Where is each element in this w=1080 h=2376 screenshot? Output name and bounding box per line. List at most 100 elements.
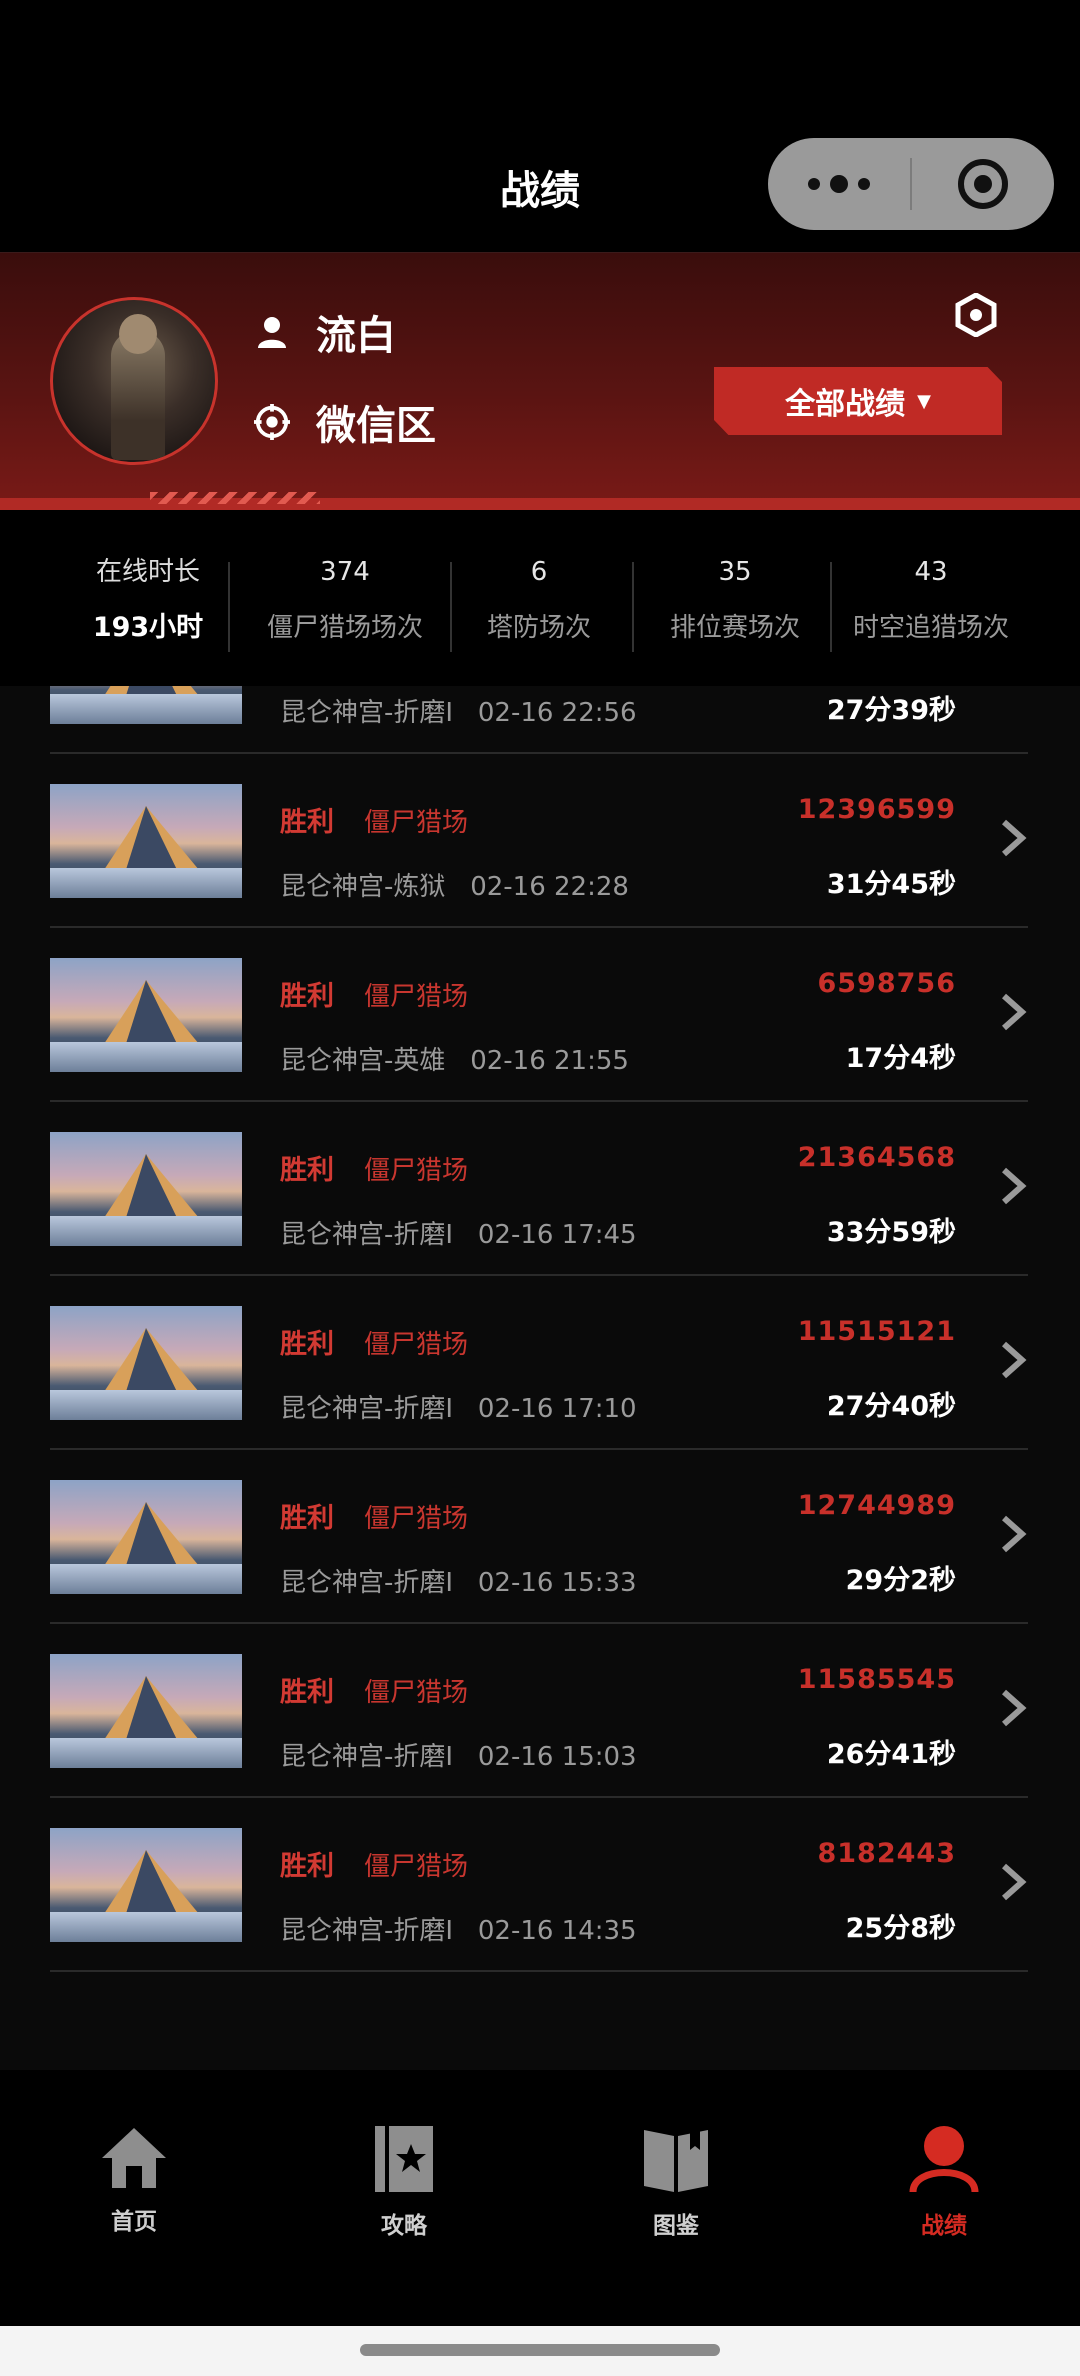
chevron-right-icon [1002,1341,1027,1379]
match-score: 12744989 [797,1490,956,1521]
home-indicator-area [0,2326,1080,2376]
match-score: 21364568 [797,1142,956,1173]
match-map-time: 昆仑神宫-英雄 02-16 21:55 [280,1046,629,1076]
match-row[interactable]: 胜利 僵尸猎场 昆仑神宫-折磨I 02-16 14:35 8182443 25分… [50,1798,1028,1972]
match-duration: 26分41秒 [826,1739,956,1770]
map-thumbnail [50,1654,242,1768]
stat-label: 僵尸猎场场次 [266,613,423,643]
stat-label: 塔防场次 [486,613,591,643]
header-hatch [150,492,320,504]
stat-divider [632,562,634,652]
stat-divider [228,562,230,652]
match-score: 11515121 [797,1316,956,1347]
match-duration: 33分59秒 [826,1217,956,1248]
chevron-right-icon [1002,1167,1027,1205]
match-mode: 僵尸猎场 [364,1678,469,1708]
top-nav-bar: 战绩 [0,0,1080,252]
map-thumbnail [50,958,242,1072]
stats-bar: 在线时长 193小时 374 僵尸猎场场次 6 塔防场次 35 排位赛场次 43… [0,510,1080,686]
stat-time-hunt: 43 时空追猎场次 [846,554,1016,646]
match-row[interactable]: 胜利 僵尸猎场 昆仑神宫-折磨I 02-16 17:10 11515121 27… [50,1276,1028,1450]
stat-value: 6 [530,557,548,587]
record-icon [909,2126,979,2193]
map-thumbnail [50,1480,242,1594]
match-mode: 僵尸猎场 [364,1852,469,1882]
chevron-right-icon [1002,819,1027,857]
match-map-time: 昆仑神宫-折磨I 02-16 22:56 [280,698,637,728]
stat-label: 排位赛场次 [669,613,800,643]
match-score: 11585545 [797,1664,956,1695]
match-mode: 僵尸猎场 [364,1156,469,1186]
match-row[interactable]: 昆仑神宫-折磨I 02-16 22:56 27分39秒 [50,686,1028,754]
mini-program-capsule [768,138,1054,230]
match-duration: 27分40秒 [826,1391,956,1422]
more-icon[interactable] [768,138,910,230]
hexagon-icon[interactable] [954,292,998,338]
tab-label: 攻略 [381,2213,427,2239]
match-result: 胜利 [280,1503,334,1534]
target-icon[interactable] [912,138,1054,230]
match-map-time: 昆仑神宫-折磨I 02-16 15:03 [280,1742,637,1772]
caret-down-icon: ▼ [917,390,931,412]
tab-guide[interactable]: 攻略 [324,2124,484,2240]
tab-encyclopedia[interactable]: 图鉴 [596,2124,756,2240]
user-icon [254,314,290,350]
match-duration: 17分4秒 [845,1043,956,1074]
match-row[interactable]: 胜利 僵尸猎场 昆仑神宫-折磨I 02-16 17:45 21364568 33… [50,1102,1028,1276]
username: 流白 [316,313,396,359]
stat-value: 43 [914,557,948,587]
tab-record[interactable]: 战绩 [864,2124,1024,2240]
stat-zombie-hunt: 374 僵尸猎场场次 [250,554,440,646]
stat-tower-defense: 6 塔防场次 [466,554,612,646]
match-map-time: 昆仑神宫-折磨I 02-16 14:35 [280,1916,637,1946]
match-map-time: 昆仑神宫-折磨I 02-16 17:10 [280,1394,637,1424]
map-thumbnail [50,1306,242,1420]
match-map-time: 昆仑神宫-炼狱 02-16 22:28 [280,872,629,902]
region-name: 微信区 [316,403,436,449]
tab-label: 战绩 [921,2213,967,2239]
region-icon [254,404,290,440]
all-records-filter-button[interactable]: 全部战绩 ▼ [714,367,1002,435]
map-thumbnail [50,1132,242,1246]
match-duration: 31分45秒 [826,869,956,900]
match-duration: 29分2秒 [845,1565,956,1596]
bottom-tab-bar: 首页 攻略 图鉴 战绩 [0,2070,1080,2326]
chevron-right-icon [1002,1863,1027,1901]
chevron-right-icon [1002,1689,1027,1727]
guide-icon [375,2126,433,2192]
stat-value: 35 [718,557,752,587]
match-result: 胜利 [280,1155,334,1186]
match-row[interactable]: 胜利 僵尸猎场 昆仑神宫-折磨I 02-16 15:33 12744989 29… [50,1450,1028,1624]
match-duration: 25分8秒 [845,1913,956,1944]
match-result: 胜利 [280,1329,334,1360]
tab-label: 图鉴 [653,2213,699,2239]
username-row: 流白 [254,303,396,361]
stat-divider [450,562,452,652]
match-map-time: 昆仑神宫-折磨I 02-16 17:45 [280,1220,637,1250]
tab-label: 首页 [111,2209,157,2235]
match-score: 12396599 [797,794,956,825]
stat-ranked: 35 排位赛场次 [654,554,816,646]
map-thumbnail [50,1828,242,1942]
match-mode: 僵尸猎场 [364,1504,469,1534]
profile-header: 流白 微信区 全部战绩 ▼ [0,252,1080,510]
encyclopedia-icon [644,2130,708,2192]
match-row[interactable]: 胜利 僵尸猎场 昆仑神宫-折磨I 02-16 15:03 11585545 26… [50,1624,1028,1798]
home-icon [102,2128,166,2188]
stat-divider [830,562,832,652]
match-mode: 僵尸猎场 [364,808,469,838]
match-duration: 27分39秒 [826,695,956,726]
region-row: 微信区 [254,393,436,451]
avatar[interactable] [50,297,218,465]
stat-online-time: 在线时长 193小时 [72,554,224,646]
match-row[interactable]: 胜利 僵尸猎场 昆仑神宫-英雄 02-16 21:55 6598756 17分4… [50,928,1028,1102]
match-result: 胜利 [280,981,334,1012]
tab-home[interactable]: 首页 [54,2124,214,2236]
map-thumbnail [50,784,242,898]
home-indicator[interactable] [360,2344,720,2356]
match-score: 6598756 [817,968,956,999]
match-result: 胜利 [280,1851,334,1882]
match-row[interactable]: 胜利 僵尸猎场 昆仑神宫-炼狱 02-16 22:28 12396599 31分… [50,754,1028,928]
match-list[interactable]: 昆仑神宫-折磨I 02-16 22:56 27分39秒 胜利 僵尸猎场 昆仑神宫… [0,686,1080,2070]
chevron-right-icon [1002,993,1027,1031]
